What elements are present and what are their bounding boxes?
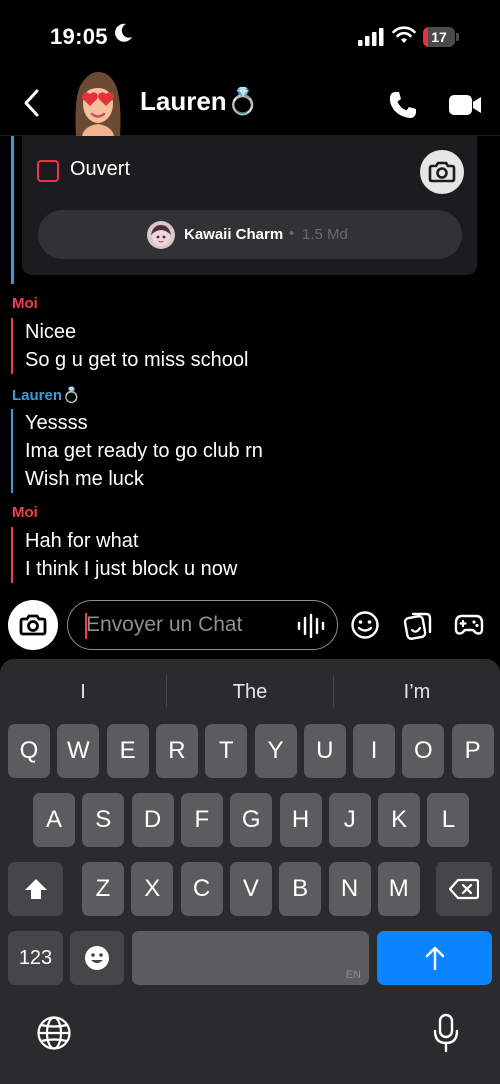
language-indicator: EN bbox=[345, 969, 361, 981]
numbers-key[interactable]: 123 bbox=[8, 931, 63, 985]
key-p[interactable]: P bbox=[451, 724, 494, 778]
key-d[interactable]: D bbox=[131, 793, 174, 847]
key-w[interactable]: W bbox=[57, 724, 100, 778]
camera-icon bbox=[19, 614, 47, 636]
message-line: Yessss bbox=[25, 412, 88, 434]
charm-meta: 1.5 Md bbox=[302, 226, 348, 243]
sticker-icon[interactable] bbox=[402, 610, 432, 640]
key-f[interactable]: F bbox=[180, 793, 223, 847]
key-q[interactable]: Q bbox=[8, 724, 50, 778]
status-bar: 19:05 17 bbox=[0, 0, 500, 70]
backspace-icon bbox=[449, 878, 479, 900]
video-camera-icon[interactable] bbox=[448, 92, 482, 118]
suggestion[interactable]: The bbox=[167, 675, 333, 709]
key-c[interactable]: C bbox=[180, 862, 223, 916]
message-group[interactable]: Yessss Ima get ready to go club rn Wish … bbox=[11, 409, 263, 493]
message-group[interactable]: Hah for what I think I just block u now bbox=[11, 527, 237, 583]
message-line: Hah for what bbox=[25, 530, 139, 552]
chat-input-placeholder: Envoyer un Chat bbox=[86, 613, 243, 636]
contact-name[interactable]: Lauren💍 bbox=[140, 86, 259, 117]
key-o[interactable]: O bbox=[402, 724, 445, 778]
key-b[interactable]: B bbox=[279, 862, 322, 916]
voice-waveform-icon[interactable] bbox=[296, 613, 326, 639]
suggestion[interactable]: I’m bbox=[334, 675, 500, 709]
snap-status-label: Ouvert bbox=[70, 158, 131, 180]
reply-camera-button[interactable] bbox=[420, 150, 464, 194]
chat-thread[interactable]: Ouvert Kawaii Charm • 1.5 Md Moi Nicee S… bbox=[0, 136, 500, 591]
key-t[interactable]: T bbox=[205, 724, 248, 778]
message-line: Wish me luck bbox=[25, 468, 144, 490]
avatar[interactable] bbox=[68, 70, 128, 136]
wifi-icon bbox=[392, 26, 416, 43]
keyboard: I The I’m QWERTYUIOPASDFGHJKLZXCVBNM 123… bbox=[0, 659, 500, 1084]
key-y[interactable]: Y bbox=[254, 724, 297, 778]
key-r[interactable]: R bbox=[155, 724, 198, 778]
suggestion[interactable]: I bbox=[0, 675, 166, 709]
snap-card-accent bbox=[11, 136, 14, 284]
key-e[interactable]: E bbox=[106, 724, 149, 778]
camera-icon bbox=[428, 161, 456, 183]
key-i[interactable]: I bbox=[353, 724, 396, 778]
send-arrow-icon bbox=[425, 946, 444, 971]
sender-label: Moi bbox=[12, 295, 38, 312]
shift-icon bbox=[24, 879, 47, 899]
key-n[interactable]: N bbox=[328, 862, 371, 916]
charm-name: Kawaii Charm bbox=[184, 226, 284, 243]
shift-key[interactable] bbox=[8, 862, 63, 916]
moon-icon bbox=[115, 23, 132, 42]
message-line: I think I just block u now bbox=[25, 558, 238, 580]
key-g[interactable]: G bbox=[230, 793, 273, 847]
message-line: Nicee bbox=[25, 321, 77, 343]
send-key[interactable] bbox=[377, 931, 492, 985]
composer-bar: Envoyer un Chat bbox=[0, 591, 500, 659]
snap-card[interactable]: Ouvert Kawaii Charm • 1.5 Md bbox=[22, 136, 477, 275]
key-j[interactable]: J bbox=[328, 793, 371, 847]
emoji-keyboard-key[interactable] bbox=[70, 931, 124, 985]
key-h[interactable]: H bbox=[279, 793, 322, 847]
key-a[interactable]: A bbox=[33, 793, 75, 847]
emoji-icon[interactable] bbox=[350, 610, 380, 640]
key-u[interactable]: U bbox=[303, 724, 346, 778]
key-m[interactable]: M bbox=[377, 862, 420, 916]
emoji-keyboard-icon bbox=[85, 946, 109, 970]
back-chevron-icon[interactable] bbox=[20, 88, 44, 118]
camera-button[interactable] bbox=[8, 600, 58, 650]
space-key[interactable]: EN bbox=[132, 931, 369, 985]
key-l[interactable]: L bbox=[427, 793, 470, 847]
battery-icon: 17 bbox=[423, 27, 459, 47]
message-line: So g u get to miss school bbox=[25, 349, 249, 371]
microphone-icon[interactable] bbox=[432, 1013, 460, 1053]
message-line: Ima get ready to go club rn bbox=[25, 440, 263, 462]
signal-icon bbox=[358, 28, 384, 46]
key-z[interactable]: Z bbox=[82, 862, 124, 916]
key-k[interactable]: K bbox=[378, 793, 421, 847]
message-group[interactable]: Nicee So g u get to miss school bbox=[11, 318, 248, 374]
battery-level: 17 bbox=[431, 29, 447, 45]
phone-icon[interactable] bbox=[388, 90, 418, 120]
globe-icon[interactable] bbox=[36, 1015, 72, 1051]
opened-status-icon bbox=[37, 160, 59, 182]
charm-avatar bbox=[147, 221, 175, 249]
gamepad-icon[interactable] bbox=[454, 611, 484, 639]
key-s[interactable]: S bbox=[82, 793, 125, 847]
key-x[interactable]: X bbox=[131, 862, 174, 916]
chat-input[interactable]: Envoyer un Chat bbox=[67, 600, 338, 650]
chat-header: Lauren💍 bbox=[0, 70, 500, 136]
backspace-key[interactable] bbox=[436, 862, 492, 916]
status-time: 19:05 bbox=[50, 24, 108, 49]
sender-label: Lauren💍 bbox=[12, 387, 81, 404]
charm-separator: • bbox=[289, 225, 295, 242]
charm-pill[interactable]: Kawaii Charm • 1.5 Md bbox=[38, 210, 462, 259]
key-v[interactable]: V bbox=[229, 862, 272, 916]
sender-label: Moi bbox=[12, 504, 38, 521]
